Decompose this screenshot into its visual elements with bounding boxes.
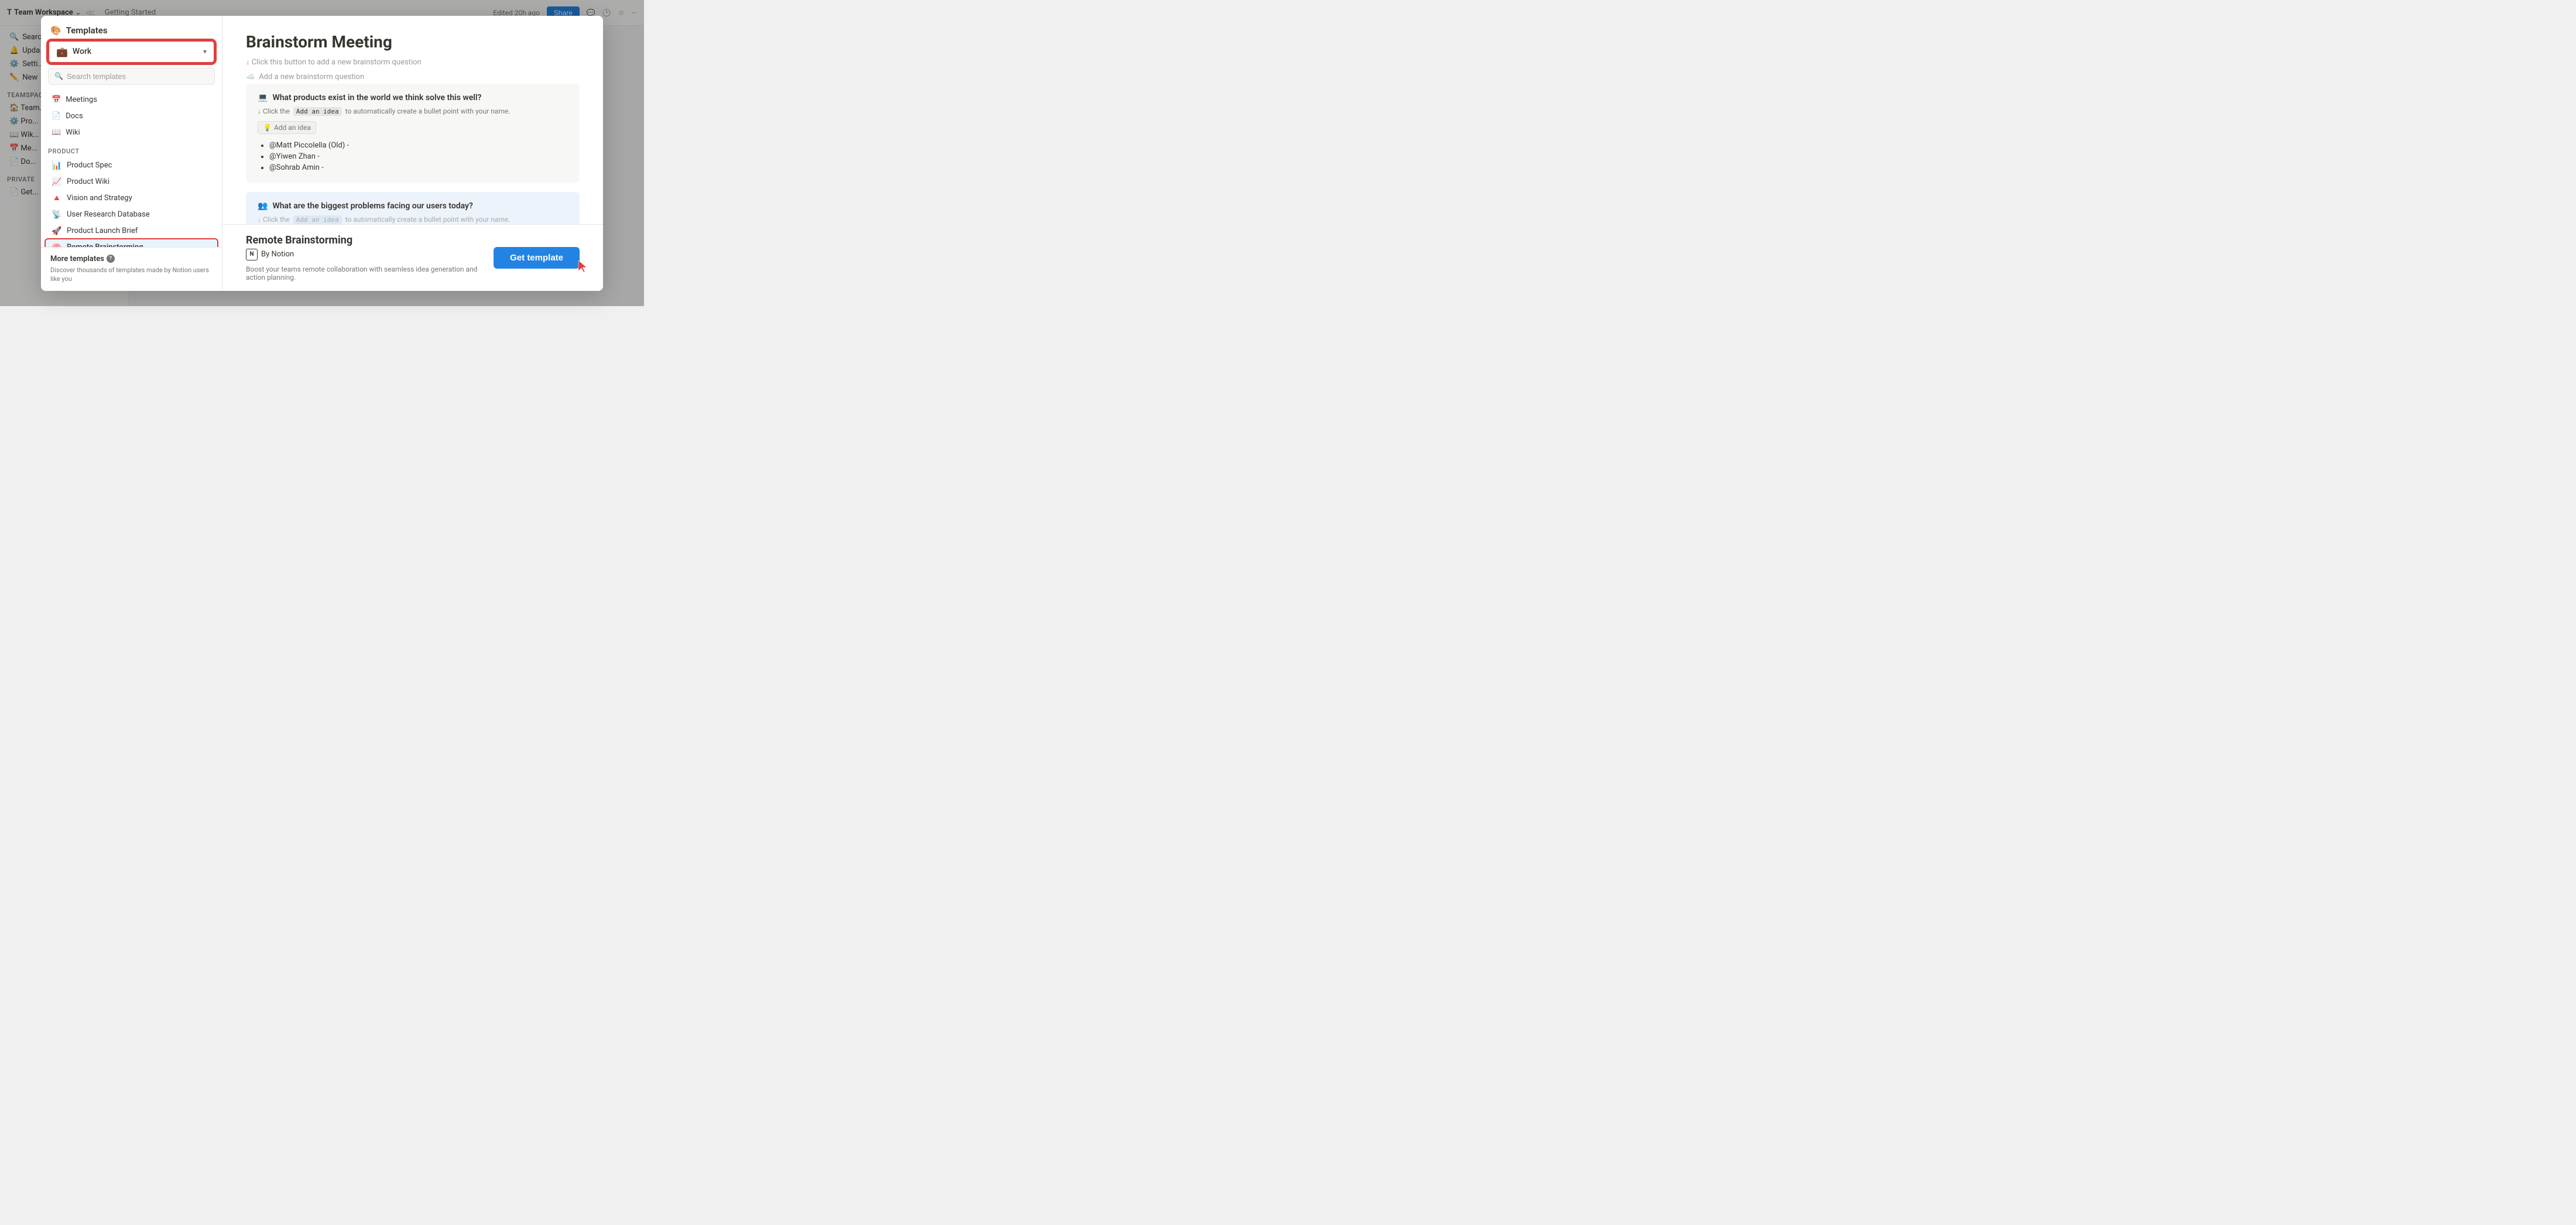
template-user-research[interactable]: 📡 User Research Database [46,207,217,223]
add-idea-icon: 💡 [263,123,272,132]
modal-header: 🎨 Templates [41,16,222,40]
product-section-label: Product [41,143,222,157]
add-idea-code-badge-2: Add an idea [293,215,342,224]
category-label: Work [73,47,198,56]
template-subtitle: ↓ Click this button to add a new brainst… [246,57,580,67]
category-dropdown[interactable]: 💼 Work ▾ [48,40,215,63]
get-template-wrapper: Get template [494,247,580,269]
question-2-subtitle: ↓ Click the Add an idea to automatically… [258,215,568,224]
question-1-subtitle: ↓ Click the Add an idea to automatically… [258,107,568,115]
vision-strategy-icon: 🔺 [52,194,62,203]
bullet-sohrab: @Sohrab Amin - [269,162,568,173]
add-idea-button[interactable]: 💡 Add an idea [258,121,316,134]
templates-modal: 🎨 Templates 💼 Work ▾ 🔍 📅 Meetings [41,16,603,291]
template-title: Brainstorm Meeting [246,32,580,52]
template-product-launch-brief[interactable]: 🚀 Product Launch Brief [46,223,217,239]
bottom-description: Boost your teams remote collaboration wi… [246,265,494,282]
modal-overlay: 🎨 Templates 💼 Work ▾ 🔍 📅 Meetings [0,0,644,306]
template-product-spec[interactable]: 📊 Product Spec [46,157,217,174]
question-block-2: 👥 What are the biggest problems facing o… [246,192,580,224]
templates-header-icon: 🎨 [50,25,61,36]
more-templates-description: Discover thousands of templates made by … [50,266,213,284]
question-1-icon: 💻 [258,93,268,102]
more-templates-title[interactable]: More templates ? [50,255,213,263]
question-2-title: 👥 What are the biggest problems facing o… [258,201,568,211]
template-list: 📊 Product Spec 📈 Product Wiki 🔺 Vision a… [41,157,222,247]
category-icon: 💼 [56,46,68,57]
add-question-icon: ☁️ [246,73,255,81]
modal-left-panel: 🎨 Templates 💼 Work ▾ 🔍 📅 Meetings [41,16,222,291]
category-list: 📅 Meetings 📄 Docs 📖 Wiki [41,90,222,143]
add-idea-code-badge: Add an idea [293,107,342,116]
template-remote-brainstorming[interactable]: 🧠 Remote Brainstorming [46,239,217,247]
notion-author-icon: N [246,249,258,260]
modal-title: Templates [66,25,108,36]
modal-bottom-bar: Remote Brainstorming N By Notion Boost y… [222,224,603,291]
wiki-icon: 📖 [52,128,61,137]
more-templates-help-icon: ? [107,255,115,263]
add-brainstorm-question-btn[interactable]: ☁️ Add a new brainstorm question [246,70,364,84]
user-research-icon: 📡 [52,210,62,219]
chevron-down-icon: ▾ [203,47,207,56]
product-wiki-icon: 📈 [52,177,62,187]
get-template-button[interactable]: Get template [494,247,580,269]
template-search[interactable]: 🔍 [48,68,215,85]
question-1-title: 💻 What products exist in the world we th… [258,93,568,102]
category-wiki[interactable]: 📖 Wiki [46,125,217,140]
modal-left-scroll: 📅 Meetings 📄 Docs 📖 Wiki Product [41,90,222,291]
question-2-icon: 👥 [258,201,268,211]
bottom-author: N By Notion [246,249,494,260]
more-templates-section[interactable]: More templates ? Discover thousands of t… [41,247,222,291]
product-launch-brief-icon: 🚀 [52,227,62,236]
modal-right-panel: Brainstorm Meeting ↓ Click this button t… [222,16,603,291]
question-block-1: 💻 What products exist in the world we th… [246,84,580,183]
search-icon: 🔍 [54,72,63,80]
bullet-matt: @Matt Piccolella (Old) - [269,140,568,151]
bottom-template-name: Remote Brainstorming [246,234,494,246]
remote-brainstorming-icon: 🧠 [52,243,62,247]
modal-content-area: Brainstorm Meeting ↓ Click this button t… [222,16,603,224]
category-docs[interactable]: 📄 Docs [46,108,217,124]
docs-icon: 📄 [52,112,61,121]
search-input[interactable] [67,72,208,81]
bullet-yiwen: @Yiwen Zhan - [269,151,568,162]
category-meetings[interactable]: 📅 Meetings [46,92,217,108]
product-spec-icon: 📊 [52,161,62,170]
template-vision-strategy[interactable]: 🔺 Vision and Strategy [46,190,217,207]
question-1-bullets: @Matt Piccolella (Old) - @Yiwen Zhan - @… [258,140,568,173]
bottom-info: Remote Brainstorming N By Notion Boost y… [246,234,494,282]
template-product-wiki[interactable]: 📈 Product Wiki [46,174,217,190]
meetings-icon: 📅 [52,95,61,104]
